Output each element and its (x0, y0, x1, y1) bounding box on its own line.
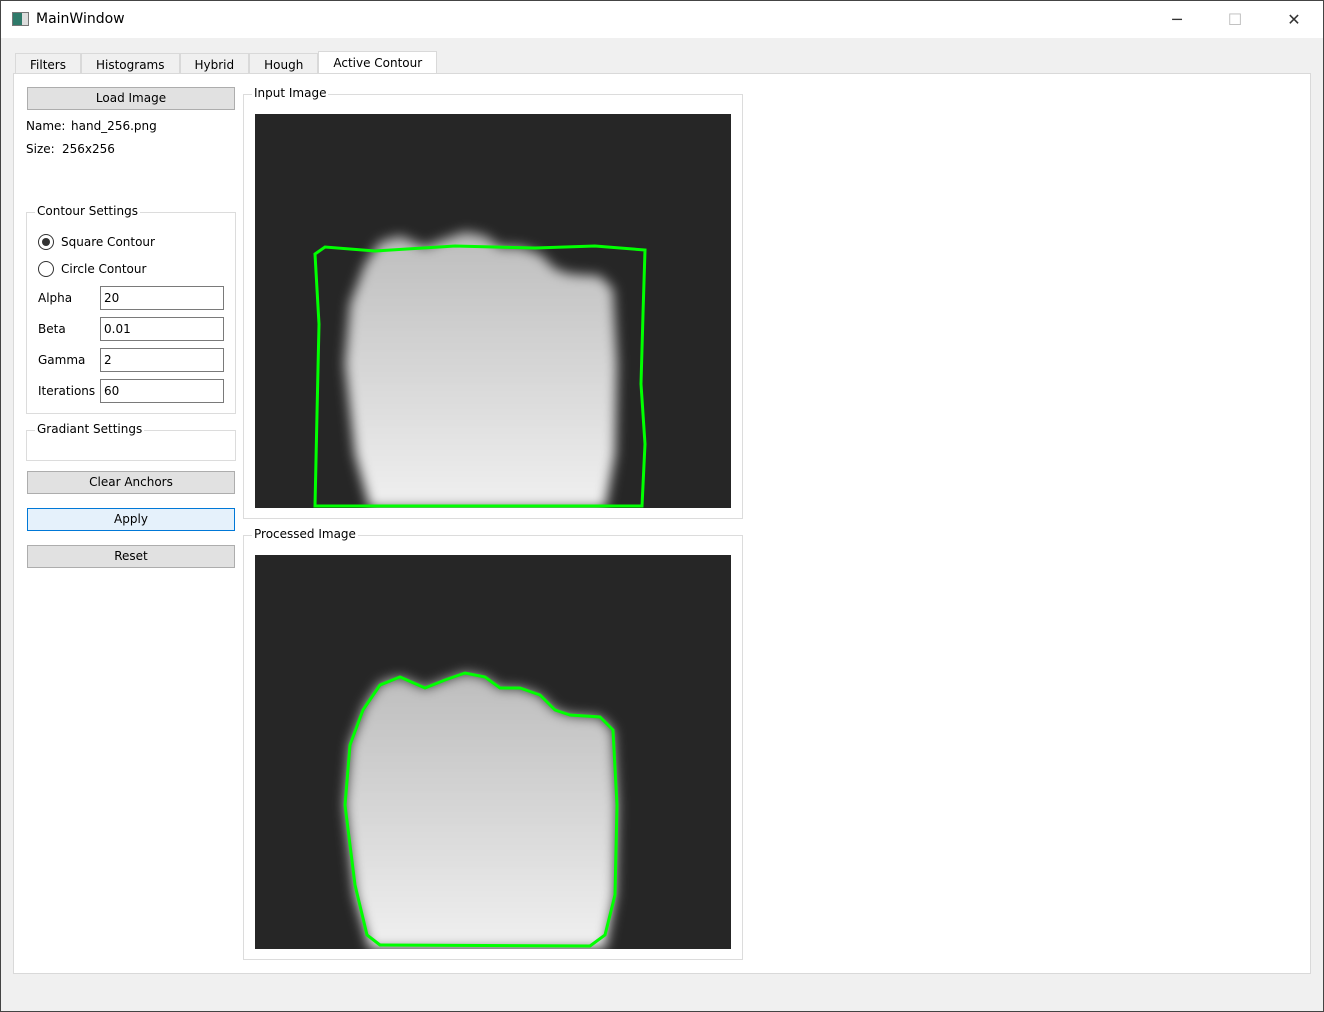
gradient-settings-group: Gradiant Settings (26, 422, 236, 461)
alpha-input[interactable]: 20 (100, 286, 224, 310)
beta-input[interactable]: 0.01 (100, 317, 224, 341)
gradient-settings-title: Gradiant Settings (35, 422, 145, 436)
apply-button[interactable]: Apply (27, 508, 235, 531)
tab-filters[interactable]: Filters (15, 53, 81, 75)
reset-button[interactable]: Reset (27, 545, 235, 568)
tab-active-contour[interactable]: Active Contour (318, 51, 438, 75)
load-image-button[interactable]: Load Image (27, 87, 235, 110)
square-contour-radio[interactable] (38, 234, 54, 250)
clear-anchors-button[interactable]: Clear Anchors (27, 471, 235, 494)
alpha-label: Alpha (38, 291, 73, 305)
hand-shape (345, 232, 617, 508)
tab-hough[interactable]: Hough (249, 53, 319, 75)
size-value: 256x256 (62, 142, 115, 156)
tab-hybrid[interactable]: Hybrid (179, 53, 250, 75)
minimize-button[interactable]: ─ (1148, 1, 1206, 38)
iterations-label: Iterations (38, 384, 96, 398)
beta-label: Beta (38, 322, 66, 336)
gamma-label: Gamma (38, 353, 86, 367)
app-icon (12, 12, 29, 26)
name-label: Name: (26, 119, 66, 133)
input-image-title: Input Image (252, 86, 329, 100)
processed-image-canvas (343, 671, 619, 949)
input-image[interactable] (255, 114, 731, 508)
circle-contour-label[interactable]: Circle Contour (61, 262, 146, 276)
circle-contour-radio[interactable] (38, 261, 54, 277)
main-window: MainWindow ─ ☐ ✕ Filters Histograms Hybr… (0, 0, 1324, 1012)
window-title: MainWindow (36, 11, 125, 27)
square-contour-label[interactable]: Square Contour (61, 235, 155, 249)
close-button[interactable]: ✕ (1265, 1, 1323, 38)
size-label: Size: (26, 142, 55, 156)
title-bar: MainWindow ─ ☐ ✕ (1, 1, 1323, 38)
contour-settings-title: Contour Settings (35, 204, 140, 218)
processed-image[interactable] (255, 555, 731, 949)
tab-histograms[interactable]: Histograms (80, 53, 180, 75)
iterations-input[interactable]: 60 (100, 379, 224, 403)
input-image-canvas (313, 232, 647, 508)
name-value: hand_256.png (71, 119, 157, 133)
tab-bar: Filters Histograms Hybrid Hough Active C… (15, 51, 438, 75)
gamma-input[interactable]: 2 (100, 348, 224, 372)
processed-image-title: Processed Image (252, 527, 358, 541)
maximize-button[interactable]: ☐ (1206, 1, 1264, 38)
